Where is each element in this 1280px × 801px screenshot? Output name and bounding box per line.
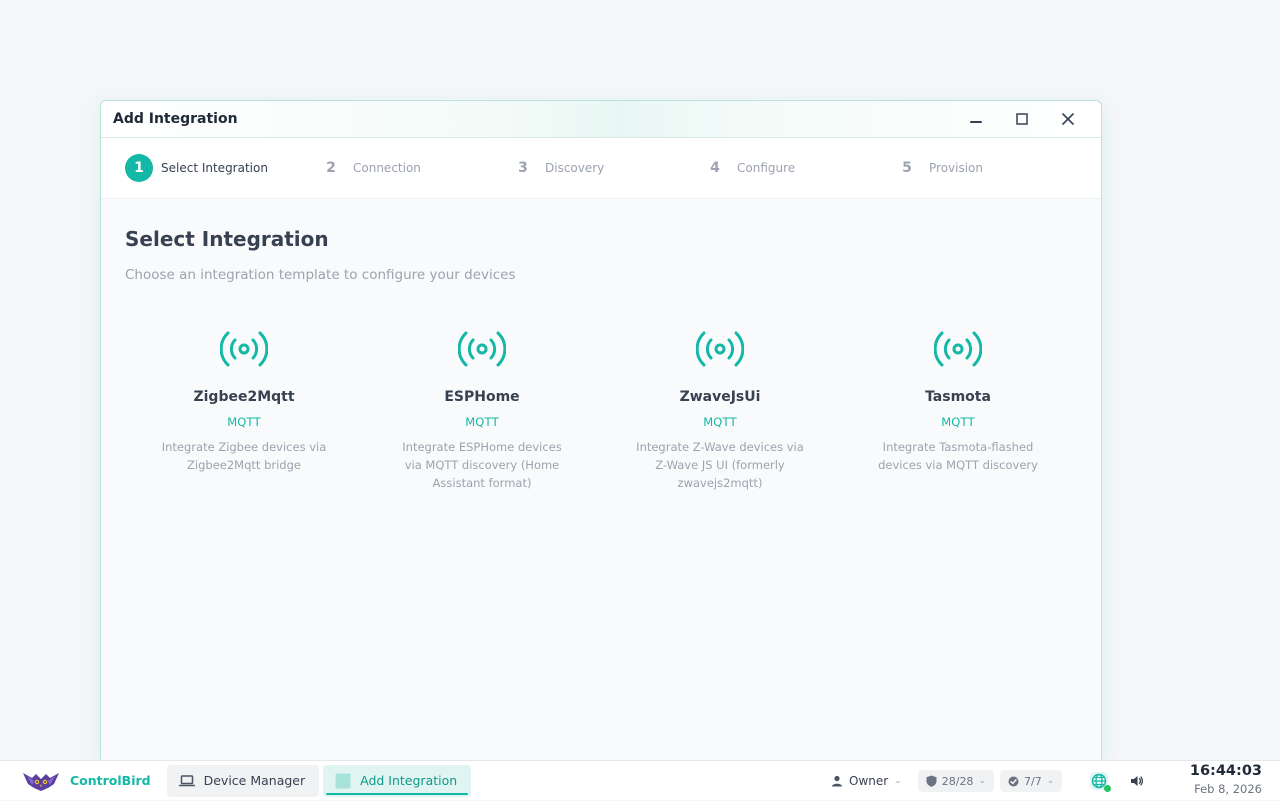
online-status-dot xyxy=(1104,785,1112,792)
integration-name: ZwaveJsUi xyxy=(679,389,761,405)
integration-protocol: MQTT xyxy=(941,415,975,429)
integration-name: Zigbee2Mqtt xyxy=(193,389,295,405)
step-number: 5 xyxy=(902,160,912,176)
user-icon xyxy=(832,775,842,787)
integration-name: ESPHome xyxy=(444,389,520,405)
check-count: 7/7 xyxy=(1023,774,1042,788)
integration-protocol: MQTT xyxy=(227,415,261,429)
shield-status[interactable]: 28/28 ⌄ xyxy=(917,770,994,792)
integration-protocol: MQTT xyxy=(703,415,737,429)
step-label: Provision xyxy=(929,161,984,175)
clock-time: 16:44:03 xyxy=(1189,763,1262,779)
owl-logo-icon[interactable] xyxy=(22,769,60,793)
wizard-content: Select Integration Choose an integration… xyxy=(101,199,1101,516)
integration-card-zigbee2mqtt[interactable]: Zigbee2Mqtt MQTT Integrate Zigbee device… xyxy=(125,329,363,492)
close-icon xyxy=(1062,113,1074,125)
check-status[interactable]: 7/7 ⌄ xyxy=(999,770,1063,792)
taskbar-item-device-manager[interactable]: Device Manager xyxy=(166,764,320,797)
radio-signal-icon xyxy=(696,329,744,369)
integration-card-zwavejsui[interactable]: ZwaveJsUi MQTT Integrate Z-Wave devices … xyxy=(601,329,839,492)
window-controls xyxy=(963,106,1081,132)
minimize-icon xyxy=(970,121,982,123)
taskbar: ControlBird Device Manager Add Integrati… xyxy=(0,760,1280,800)
step-discovery: 3 Discovery xyxy=(509,154,701,182)
radio-signal-icon xyxy=(220,329,268,369)
step-label: Select Integration xyxy=(161,161,268,175)
step-label: Connection xyxy=(353,161,421,175)
user-menu[interactable]: Owner ⌄ xyxy=(831,774,902,788)
maximize-icon xyxy=(1016,113,1028,125)
user-name: Owner xyxy=(849,774,889,788)
step-configure: 4 Configure xyxy=(701,154,893,182)
shield-icon xyxy=(926,775,937,787)
step-number: 3 xyxy=(518,160,528,176)
app-square-icon xyxy=(335,773,351,789)
radio-signal-icon xyxy=(458,329,506,369)
step-select-integration: 1 Select Integration xyxy=(125,154,317,182)
shield-count: 28/28 xyxy=(941,774,974,788)
wizard-stepper: 1 Select Integration 2 Connection 3 Disc… xyxy=(101,138,1101,199)
clock-date: Feb 8, 2026 xyxy=(1194,782,1262,796)
radio-signal-icon xyxy=(934,329,982,369)
task-label: Device Manager xyxy=(203,773,306,788)
maximize-button[interactable] xyxy=(1009,106,1035,132)
close-button[interactable] xyxy=(1055,106,1081,132)
clock[interactable]: 16:44:03 Feb 8, 2026 xyxy=(1190,763,1262,796)
window-titlebar[interactable]: Add Integration xyxy=(101,101,1101,138)
step-number: 2 xyxy=(326,160,336,176)
add-integration-window: Add Integration 1 Select Integration 2 C… xyxy=(100,100,1102,760)
step-number: 4 xyxy=(710,160,720,176)
chevron-down-icon: ⌄ xyxy=(894,776,902,786)
step-number: 1 xyxy=(125,154,153,182)
step-connection: 2 Connection xyxy=(317,154,509,182)
window-title: Add Integration xyxy=(113,111,238,127)
laptop-icon xyxy=(178,774,195,788)
page-title: Select Integration xyxy=(125,227,329,251)
task-label: Add Integration xyxy=(360,773,458,788)
network-globe-icon[interactable] xyxy=(1088,770,1112,792)
chevron-down-icon: ⌄ xyxy=(1046,776,1055,786)
integration-card-esphome[interactable]: ESPHome MQTT Integrate ESPHome devices v… xyxy=(363,329,601,492)
integration-protocol: MQTT xyxy=(465,415,499,429)
brand-name: ControlBird xyxy=(70,773,151,788)
integration-card-tasmota[interactable]: Tasmota MQTT Integrate Tasmota-flashed d… xyxy=(839,329,1077,492)
taskbar-item-add-integration[interactable]: Add Integration xyxy=(323,764,472,797)
integration-grid: Zigbee2Mqtt MQTT Integrate Zigbee device… xyxy=(125,329,1077,492)
step-provision: 5 Provision xyxy=(893,154,1085,182)
system-tray: Owner ⌄ 28/28 ⌄ 7/7 ⌄ xyxy=(831,761,1144,801)
integration-description: Integrate Z-Wave devices via Z-Wave JS U… xyxy=(636,440,804,490)
integration-description: Integrate ESPHome devices via MQTT disco… xyxy=(402,440,562,490)
chevron-down-icon: ⌄ xyxy=(978,776,986,786)
step-label: Discovery xyxy=(545,161,605,175)
integration-name: Tasmota xyxy=(925,389,991,405)
minimize-button[interactable] xyxy=(963,106,989,132)
volume-icon[interactable] xyxy=(1130,774,1144,788)
integration-description: Integrate Zigbee devices via Zigbee2Mqtt… xyxy=(161,440,327,472)
step-label: Configure xyxy=(737,161,796,175)
page-subtitle: Choose an integration template to config… xyxy=(125,267,516,283)
integration-description: Integrate Tasmota-flashed devices via MQ… xyxy=(878,440,1038,472)
check-circle-icon xyxy=(1008,776,1019,786)
